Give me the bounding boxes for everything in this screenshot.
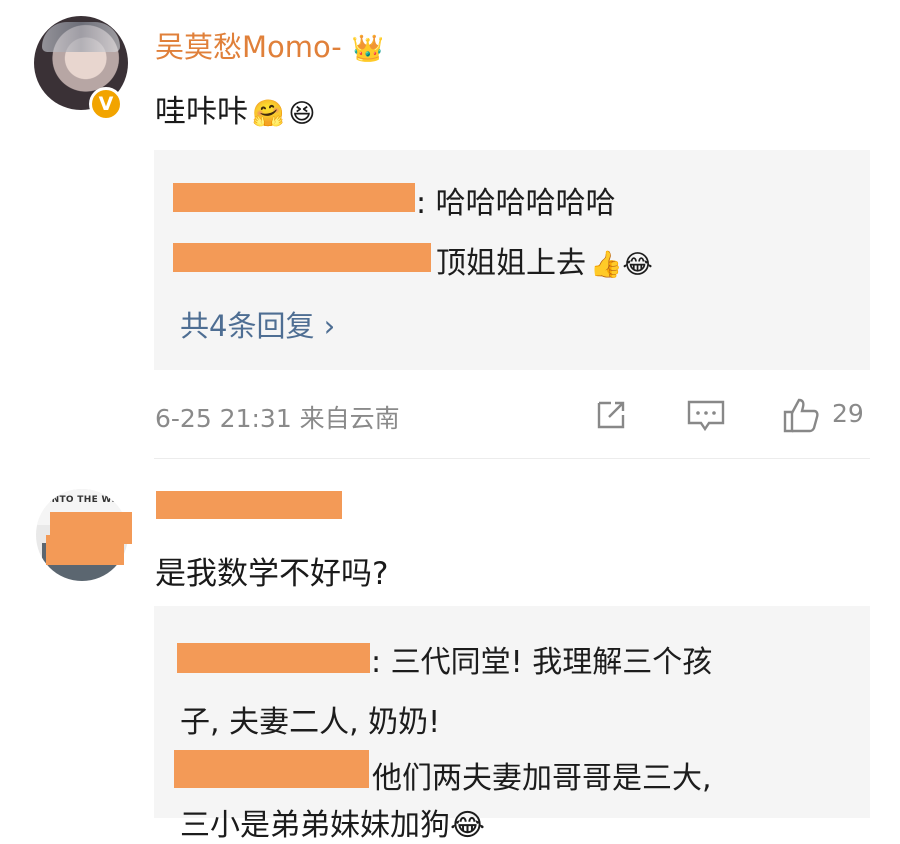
hug-emoji-icon: 🤗 — [252, 99, 285, 129]
reply-line-2-text: 顶姐姐上去 — [436, 246, 586, 281]
redacted-username — [174, 750, 369, 788]
redacted-username — [177, 643, 370, 673]
redacted-username — [173, 183, 415, 212]
crown-icon: 👑 — [351, 34, 385, 64]
like-count: 29 — [832, 399, 864, 428]
comment-text-body: 哇咔咔 — [155, 94, 248, 130]
reply-line-4: 三小是弟弟妹妹加狗😂 — [180, 808, 486, 843]
laugh-emoji-icon: 😆 — [288, 99, 316, 129]
redacted-username — [173, 243, 431, 272]
avatar-image — [42, 22, 120, 52]
share-icon[interactable] — [593, 397, 629, 433]
reply-line-1: : 三代同堂! 我理解三个孩 — [371, 645, 713, 680]
redacted-avatar-overlay — [46, 535, 124, 565]
comment-meta: 6-25 21:31 来自云南 — [155, 404, 400, 433]
verified-badge-icon: V — [89, 87, 123, 121]
commenter-name-text: 吴莫愁Momo- — [155, 30, 342, 64]
reply-line-2: 顶姐姐上去 👍😂 — [436, 238, 653, 282]
reply-line-1: : 哈哈哈哈哈哈 — [416, 186, 616, 221]
view-more-replies-link[interactable]: 共4条回复 › — [180, 303, 335, 345]
comment-icon[interactable] — [686, 398, 726, 434]
reply-line-2: 子, 夫妻二人, 奶奶! — [180, 705, 441, 740]
commenter-name[interactable]: 吴莫愁Momo- 👑 — [155, 24, 384, 66]
reply-line-3: 他们两夫妻加哥哥是三大, — [372, 761, 712, 796]
avatar-text: INTO THE WI — [48, 495, 116, 505]
comment-divider — [154, 458, 870, 459]
like-icon[interactable] — [781, 395, 821, 435]
comment-text: 是我数学不好吗? — [155, 556, 389, 592]
thumbs-laugh-emoji-icon: 👍😂 — [590, 250, 653, 280]
redacted-username — [156, 491, 342, 519]
comment-text: 哇咔咔 🤗 😆 — [155, 86, 315, 131]
